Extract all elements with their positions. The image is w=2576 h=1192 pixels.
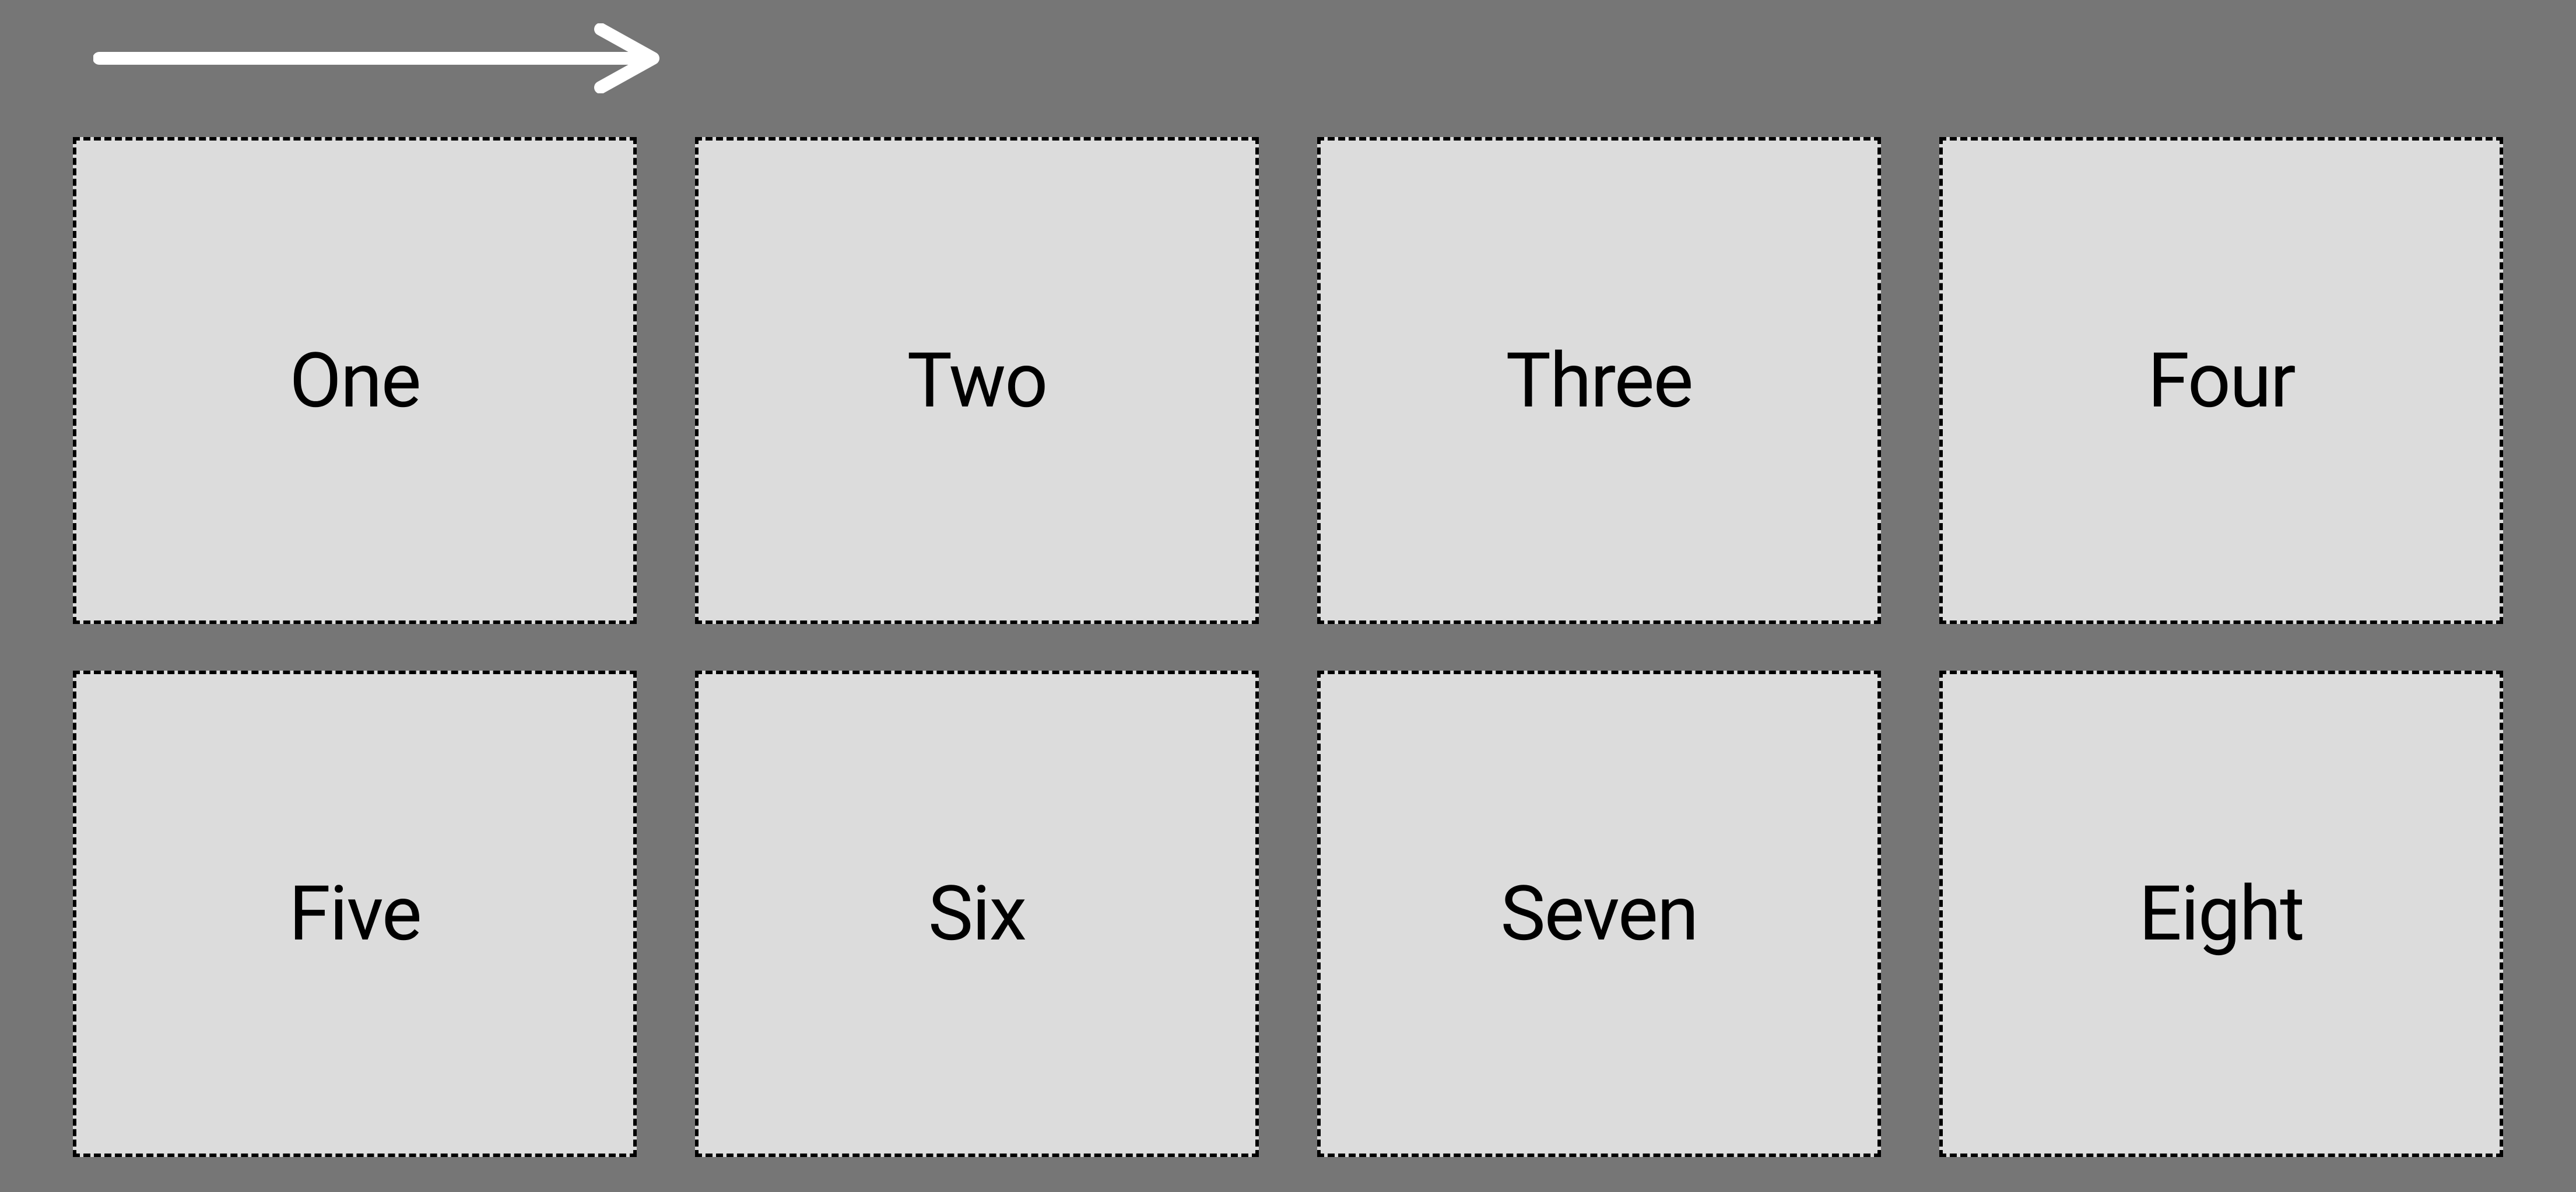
grid-cell: Eight (1939, 671, 2503, 1158)
cell-label: Eight (2139, 869, 2304, 958)
grid-cell: Six (695, 671, 1259, 1158)
grid-cell: Seven (1317, 671, 1881, 1158)
grid-cell: Four (1939, 137, 2503, 624)
grid-cell: Five (73, 671, 637, 1158)
cell-label: One (289, 336, 420, 425)
grid-cell: One (73, 137, 637, 624)
cell-label: Five (289, 869, 421, 958)
grid-layout: One Two Three Four Five Six Seven Eight (73, 137, 2503, 1157)
cell-label: Six (928, 869, 1026, 958)
cell-label: Four (2147, 336, 2294, 425)
cell-label: Three (1506, 336, 1693, 425)
direction-arrow-icon (93, 23, 676, 93)
cell-label: Two (907, 336, 1047, 425)
cell-label: Seven (1500, 869, 1697, 958)
grid-cell: Two (695, 137, 1259, 624)
grid-cell: Three (1317, 137, 1881, 624)
